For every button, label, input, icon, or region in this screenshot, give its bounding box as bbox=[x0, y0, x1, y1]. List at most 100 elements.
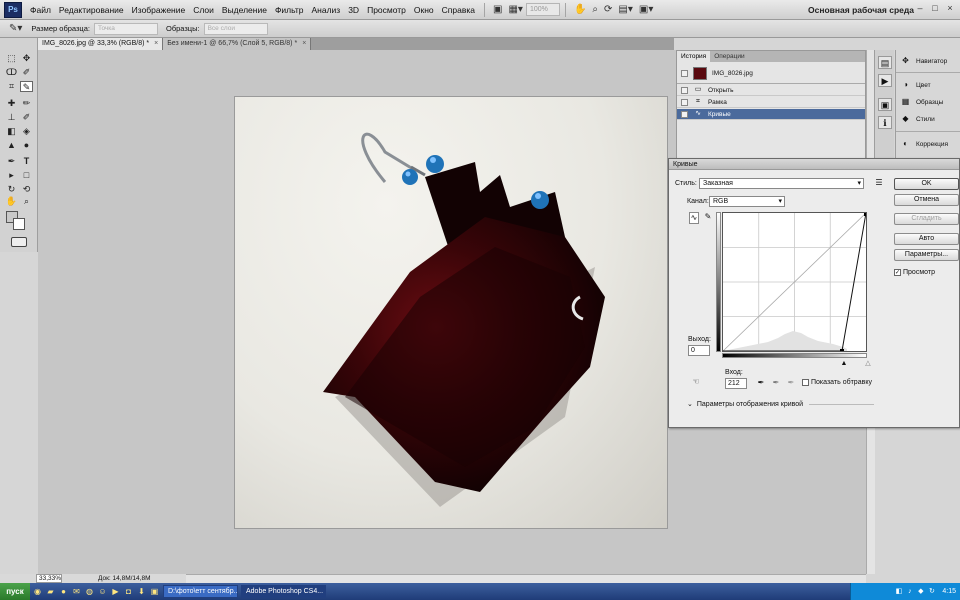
tab-actions[interactable]: Операции bbox=[710, 51, 748, 62]
menu-edit[interactable]: Редактирование bbox=[55, 0, 128, 20]
folder-icon[interactable]: ▰ bbox=[45, 586, 56, 597]
mail-icon[interactable]: ✉ bbox=[71, 586, 82, 597]
preview-checkbox[interactable]: ✓ bbox=[894, 269, 901, 276]
pencil-draw-icon[interactable]: ✎ bbox=[703, 212, 713, 222]
background-color-swatch[interactable] bbox=[13, 218, 25, 230]
crop-tool-icon[interactable]: ⌗ bbox=[5, 81, 18, 92]
doc-tab-img8026[interactable]: IMG_8026.jpg @ 33,3% (RGB/8) * × bbox=[38, 38, 164, 50]
shield-icon[interactable]: ◆ bbox=[916, 587, 925, 596]
close-button[interactable]: × bbox=[944, 3, 956, 15]
cancel-button[interactable]: Отмена bbox=[894, 194, 959, 206]
menu-file[interactable]: Файл bbox=[26, 0, 55, 20]
hand-tool-icon[interactable]: ✋ bbox=[571, 4, 589, 15]
history-panel-icon[interactable]: ▤ bbox=[878, 56, 892, 69]
dock-color[interactable]: ◑ Цвет bbox=[900, 78, 931, 92]
dialog-title[interactable]: Кривые bbox=[669, 159, 959, 170]
history-step-curves[interactable]: ∿ Кривые bbox=[677, 109, 865, 120]
screen-mode-icon[interactable]: ▣▾ bbox=[636, 4, 656, 15]
eyedropper-tool-icon[interactable]: ✎ bbox=[20, 81, 33, 92]
menu-window[interactable]: Окно bbox=[410, 0, 438, 20]
input-value-field[interactable]: 212 bbox=[725, 378, 747, 389]
rotate-view-icon[interactable]: ⟳ bbox=[601, 4, 615, 15]
sync-icon[interactable]: ↻ bbox=[927, 587, 936, 596]
gray-eyedropper-icon[interactable]: ✒ bbox=[771, 378, 781, 388]
browser-icon[interactable]: ◉ bbox=[32, 586, 43, 597]
photoshop-quicklaunch-icon[interactable]: ▣ bbox=[149, 586, 160, 597]
sample-select[interactable]: Все слои bbox=[203, 22, 268, 35]
curves-graph[interactable] bbox=[722, 212, 867, 353]
history-brush-tool-icon[interactable]: ✐ bbox=[20, 112, 33, 123]
white-point-slider-icon[interactable]: △ bbox=[863, 359, 873, 369]
player-icon[interactable]: ▶ bbox=[110, 586, 121, 597]
brush-tool-icon[interactable]: ✏ bbox=[20, 98, 33, 109]
pen-tool-icon[interactable]: ✒ bbox=[5, 156, 18, 167]
arrange-documents-icon[interactable]: ▤▾ bbox=[615, 4, 635, 15]
zoom-tool-icon[interactable]: ⌕ bbox=[20, 196, 33, 207]
camera-icon[interactable]: ◘ bbox=[123, 586, 134, 597]
clone-stamp-tool-icon[interactable]: ⊥ bbox=[5, 112, 18, 123]
menu-view[interactable]: Просмотр bbox=[363, 0, 410, 20]
menu-select[interactable]: Выделение bbox=[218, 0, 271, 20]
dock-swatches[interactable]: ▦ Образцы bbox=[900, 95, 944, 109]
download-icon[interactable]: ⬇ bbox=[136, 586, 147, 597]
menu-3d[interactable]: 3D bbox=[344, 0, 363, 20]
3d-orbit-tool-icon[interactable]: ⟲ bbox=[20, 184, 33, 195]
menu-filter[interactable]: Фильтр bbox=[271, 0, 308, 20]
media-icon[interactable]: ● bbox=[58, 586, 69, 597]
curve-display-options[interactable]: ⌄ Параметры отображения кривой bbox=[687, 400, 875, 408]
doc-tab-untitled[interactable]: Без имени-1 @ 66,7% (Слой 5, RGB/8) * × bbox=[163, 38, 312, 50]
clock[interactable]: 4:15 bbox=[942, 588, 956, 595]
path-select-tool-icon[interactable]: ▸ bbox=[5, 170, 18, 181]
quick-select-tool-icon[interactable]: ✐ bbox=[20, 67, 33, 78]
minimize-button[interactable]: – bbox=[914, 3, 926, 15]
history-source-checkbox[interactable] bbox=[681, 98, 688, 106]
status-zoom-field[interactable]: 33,33% bbox=[36, 574, 62, 583]
dock-adjustments[interactable]: ◐ Коррекция bbox=[900, 137, 948, 151]
expand-icon[interactable]: ⌄ bbox=[687, 400, 693, 408]
preset-menu-icon[interactable]: ☰ bbox=[874, 178, 884, 188]
tab-history[interactable]: История bbox=[677, 51, 711, 62]
spot-healing-tool-icon[interactable]: ✚ bbox=[5, 98, 18, 109]
show-clipping-option[interactable]: Показать обтравку bbox=[802, 379, 872, 386]
horizontal-scrollbar[interactable] bbox=[186, 574, 866, 583]
history-source-checkbox[interactable] bbox=[681, 86, 688, 94]
eraser-tool-icon[interactable]: ◧ bbox=[5, 126, 18, 137]
firefox-icon[interactable]: ◍ bbox=[84, 586, 95, 597]
blur-tool-icon[interactable]: ▲ bbox=[5, 140, 18, 151]
lasso-tool-icon[interactable]: ↀ bbox=[5, 67, 18, 78]
target-adjust-icon[interactable]: ☜ bbox=[691, 377, 701, 387]
bridge-icon[interactable]: ▣ bbox=[490, 4, 505, 15]
white-eyedropper-icon[interactable]: ✒ bbox=[786, 378, 796, 388]
snapshot-source-checkbox[interactable] bbox=[681, 69, 688, 77]
ok-button[interactable]: OK bbox=[894, 178, 959, 190]
type-tool-icon[interactable]: T bbox=[20, 156, 33, 167]
3d-rotate-tool-icon[interactable]: ↻ bbox=[5, 184, 18, 195]
move-tool-icon[interactable]: ✥ bbox=[20, 53, 33, 64]
task-photoshop[interactable]: Adobe Photoshop CS4... bbox=[241, 585, 326, 598]
zoom-tool-icon[interactable]: ⌕ bbox=[589, 4, 601, 15]
curve-point[interactable] bbox=[840, 349, 844, 353]
shape-tool-icon[interactable]: □ bbox=[20, 170, 33, 181]
sample-size-select[interactable]: Точка bbox=[93, 22, 158, 35]
menu-analysis[interactable]: Анализ bbox=[308, 0, 345, 20]
task-explorer[interactable]: D:\фото\етт сентябр... bbox=[163, 585, 238, 598]
close-tab-icon[interactable]: × bbox=[154, 40, 158, 47]
workspace-switcher[interactable]: Основная рабочая среда bbox=[808, 0, 914, 20]
history-step-open[interactable]: ▭ Открыть bbox=[677, 85, 865, 96]
marquee-tool-icon[interactable]: ⬚ bbox=[5, 53, 18, 64]
quick-mask-icon[interactable] bbox=[11, 237, 27, 247]
output-value-field[interactable]: 0 bbox=[688, 345, 710, 356]
style-select[interactable]: Заказная ▾ bbox=[699, 178, 864, 189]
paint-bucket-tool-icon[interactable]: ◈ bbox=[20, 126, 33, 137]
actions-panel-icon[interactable]: ▶ bbox=[878, 74, 892, 87]
black-eyedropper-icon[interactable]: ✒ bbox=[756, 378, 766, 388]
menu-layers[interactable]: Слои bbox=[189, 0, 218, 20]
preview-option[interactable]: ✓ Просмотр bbox=[894, 269, 935, 276]
options-button[interactable]: Параметры... bbox=[894, 249, 959, 261]
network-icon[interactable]: ◧ bbox=[894, 587, 903, 596]
history-source-checkbox[interactable] bbox=[681, 110, 688, 118]
curve-point[interactable] bbox=[864, 213, 867, 216]
maximize-button[interactable]: □ bbox=[929, 3, 941, 15]
show-clipping-checkbox[interactable] bbox=[802, 379, 809, 386]
start-button[interactable]: пуск bbox=[0, 583, 30, 600]
